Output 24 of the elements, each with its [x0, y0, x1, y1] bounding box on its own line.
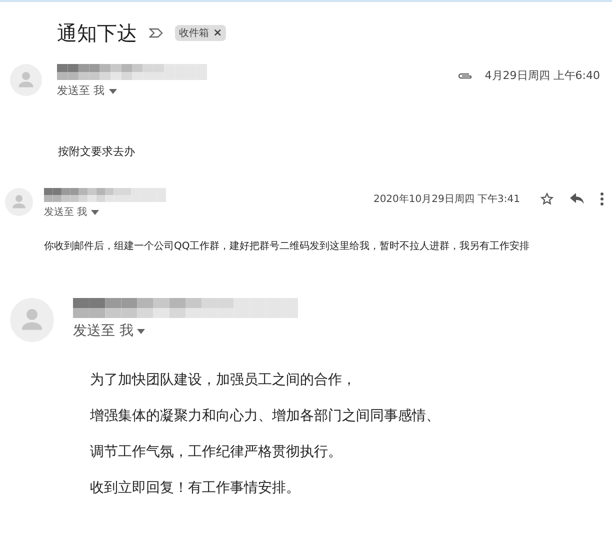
message-text: 为了加快团队建设，加强员工之间的合作，	[90, 370, 357, 390]
more-icon[interactable]	[600, 192, 604, 206]
message-text: 调节工作气氛，工作纪律严格贯彻执行。	[90, 442, 343, 462]
date-text: 2020年10月29日周四 下午3:41	[373, 192, 520, 206]
remove-label-button[interactable]: ×	[213, 24, 222, 42]
avatar-icon	[5, 188, 33, 216]
message-text: 你收到邮件后，组建一个公司QQ工作群，建好把群号二维码发到这里给我，暂时不拉人进群，我另有工作安排	[44, 240, 531, 254]
subject-title: 通知下达	[57, 20, 137, 47]
recipient-text: 发送至 我	[44, 206, 88, 220]
avatar-icon	[10, 64, 42, 96]
label-text: 收件箱	[179, 26, 209, 40]
message-text: 收到立即回复！有工作事情安排。	[90, 478, 301, 498]
recipient-text: 发送至 我	[57, 83, 104, 99]
label-icon	[149, 28, 163, 38]
caret-icon[interactable]	[108, 88, 116, 94]
message-text: 按附文要求去办	[58, 144, 136, 160]
caret-icon[interactable]	[137, 328, 146, 334]
reply-icon[interactable]	[570, 193, 584, 205]
star-icon[interactable]	[540, 192, 554, 206]
message-text: 增强集体的凝聚力和向心力、增加各部门之间同事感情、	[90, 406, 441, 426]
avatar-icon	[10, 298, 54, 342]
date-text: 4月29日周四 上午6:40	[484, 68, 600, 84]
recipient-text: 发送至 我	[73, 322, 134, 340]
caret-icon[interactable]	[91, 210, 100, 214]
